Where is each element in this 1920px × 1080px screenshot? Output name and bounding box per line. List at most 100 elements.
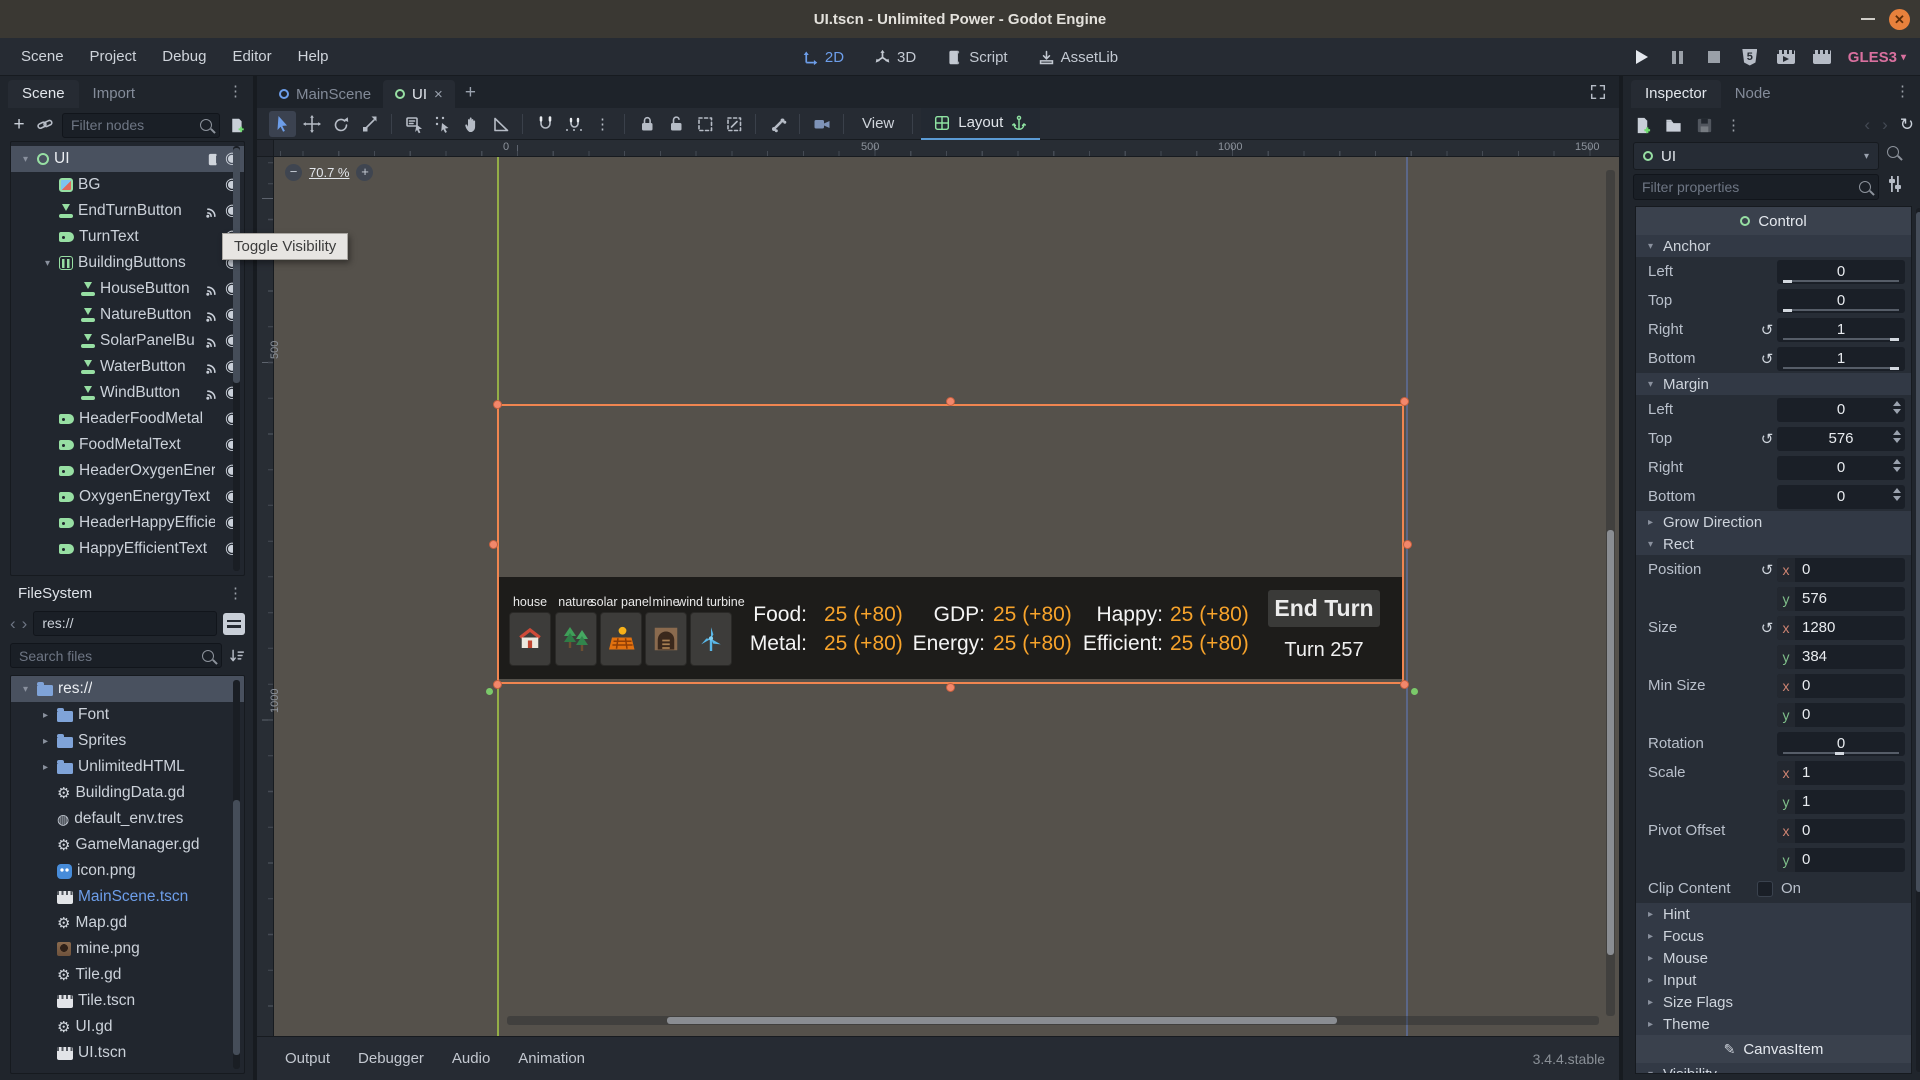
section-anchor[interactable]: ▾Anchor [1636,235,1911,257]
fs-forward-button[interactable]: › [22,614,28,634]
tree-caret-icon[interactable]: ▸ [1644,953,1657,964]
unlock-object-button[interactable] [662,111,689,137]
tree-caret-icon[interactable]: ▾ [1644,379,1657,390]
signal-icon[interactable] [205,204,220,219]
signal-icon[interactable] [205,282,220,297]
snap-options-menu[interactable]: ⋮ [589,111,616,137]
scale-tool-button[interactable] [356,111,383,137]
property-editor[interactable]: x1 [1777,761,1905,785]
scene-node-endturnbutton[interactable]: EndTurnButton◉ [11,198,244,224]
dots-menu-icon[interactable]: ⋮ [228,82,243,100]
file-font[interactable]: ▸Font [11,702,244,728]
sort-files-button[interactable] [228,647,245,664]
scene-tab-ui[interactable]: UI× [383,80,455,108]
list-select-button[interactable] [400,111,427,137]
fs-back-button[interactable]: ‹ [10,614,16,634]
play-scene-button[interactable] [1776,47,1796,67]
property-editor[interactable]: 0 [1777,732,1905,756]
tab-scene[interactable]: Scene [8,80,79,108]
menu-project[interactable]: Project [77,38,150,76]
property-editor[interactable]: 0 [1777,289,1905,313]
bottom-tab-output[interactable]: Output [271,1050,344,1067]
section-margin[interactable]: ▾Margin [1636,373,1911,395]
tree-caret-icon[interactable]: ▾ [1644,539,1657,550]
revert-icon[interactable]: ↺ [1757,350,1777,368]
revert-icon[interactable]: ↺ [1757,321,1777,339]
section-size-flags[interactable]: ▸Size Flags [1636,991,1911,1013]
object-history-button[interactable]: ↻ [1900,115,1914,135]
revert-icon[interactable]: ↺ [1757,561,1777,579]
handle-top-mid[interactable] [946,397,955,406]
new-scene-tab-button[interactable]: + [461,80,480,108]
camera-override-button[interactable] [808,111,835,137]
close-icon[interactable]: × [434,86,443,103]
slider-grabber[interactable] [1835,752,1844,755]
property-editor[interactable]: 1 [1777,347,1905,371]
tree-caret-icon[interactable]: ▾ [19,684,32,695]
tree-caret-icon[interactable]: ▸ [39,762,52,773]
tree-caret-icon[interactable]: ▸ [1644,517,1657,528]
distraction-free-icon[interactable] [1589,83,1607,106]
property-editor[interactable]: x1280 [1777,616,1905,640]
section-theme[interactable]: ▸Theme [1636,1013,1911,1035]
tree-caret-icon[interactable]: ▸ [39,736,52,747]
scene-node-turntext[interactable]: TurnText◉ [11,224,244,250]
signal-icon[interactable] [205,308,220,323]
dots-menu-icon[interactable]: ⋮ [228,584,243,602]
close-icon[interactable]: ✕ [1889,9,1910,30]
tab-node[interactable]: Node [1721,80,1785,108]
property-editor[interactable]: y576 [1777,587,1905,611]
section-mouse[interactable]: ▸Mouse [1636,947,1911,969]
scene-node-ui[interactable]: ▾UI◉ [11,146,244,172]
zoom-in-button[interactable]: + [356,164,373,181]
property-editor[interactable]: 576 [1777,427,1905,451]
scene-node-naturebutton[interactable]: NatureButton◉ [11,302,244,328]
handle-top-left[interactable] [493,400,502,409]
property-editor[interactable]: x0 [1777,819,1905,843]
spinner-arrows[interactable] [1893,459,1901,472]
handle-mid-left[interactable] [489,540,498,549]
file-ui-tscn[interactable]: UI.tscn [11,1040,244,1066]
file-buildingdata-gd[interactable]: ⚙BuildingData.gd [11,780,244,806]
ungroup-button[interactable] [720,111,747,137]
history-forward-button[interactable]: › [1882,115,1888,135]
scene-node-waterbutton[interactable]: WaterButton◉ [11,354,244,380]
smart-snap-button[interactable] [531,111,558,137]
tab-import[interactable]: Import [79,80,150,108]
stop-button[interactable] [1704,47,1724,67]
scene-node-headerfoodmetal[interactable]: HeaderFoodMetal◉ [11,406,244,432]
scene-tab-mainscene[interactable]: MainScene [267,80,383,108]
fs-path[interactable]: res:// [33,611,217,636]
file-res-[interactable]: ▾res:// [11,676,244,702]
property-editor[interactable]: 0 [1777,398,1905,422]
handle-bottom-left[interactable] [493,680,502,689]
menu-scene[interactable]: Scene [8,38,77,76]
search-files-input[interactable] [10,643,222,668]
group-button[interactable] [691,111,718,137]
inspector-scrollbar[interactable] [1916,208,1920,1072]
workspace-2d[interactable]: 2D [802,49,844,66]
property-tools-icon[interactable] [1887,176,1903,192]
handle-bottom-right[interactable] [1400,680,1409,689]
scene-node-oxygenenergytext[interactable]: OxygenEnergyText◉ [11,484,244,510]
attach-script-button[interactable] [228,117,245,134]
handle-top-right[interactable] [1400,397,1409,406]
section-focus[interactable]: ▸Focus [1636,925,1911,947]
pivot-tool-button[interactable] [429,111,456,137]
menu-help[interactable]: Help [285,38,342,76]
bottom-tab-debugger[interactable]: Debugger [344,1050,438,1067]
property-editor[interactable]: x0 [1777,558,1905,582]
scene-node-bg[interactable]: BG◉ [11,172,244,198]
tree-caret-icon[interactable]: ▸ [1644,1019,1657,1030]
fs-scrollbar[interactable] [233,680,240,1069]
file-sprites[interactable]: ▸Sprites [11,728,244,754]
load-resource-button[interactable] [1664,116,1683,135]
ruler-tool-button[interactable] [487,111,514,137]
handle-mid-right[interactable] [1403,540,1412,549]
scene-node-happyefficienttext[interactable]: HappyEfficientText◉ [11,536,244,562]
filter-properties-input[interactable] [1633,174,1879,200]
section-grow-direction[interactable]: ▸Grow Direction [1636,511,1911,533]
slider-grabber[interactable] [1890,367,1899,370]
workspace-assetlib[interactable]: AssetLib [1038,49,1119,66]
property-editor[interactable]: y1 [1777,790,1905,814]
